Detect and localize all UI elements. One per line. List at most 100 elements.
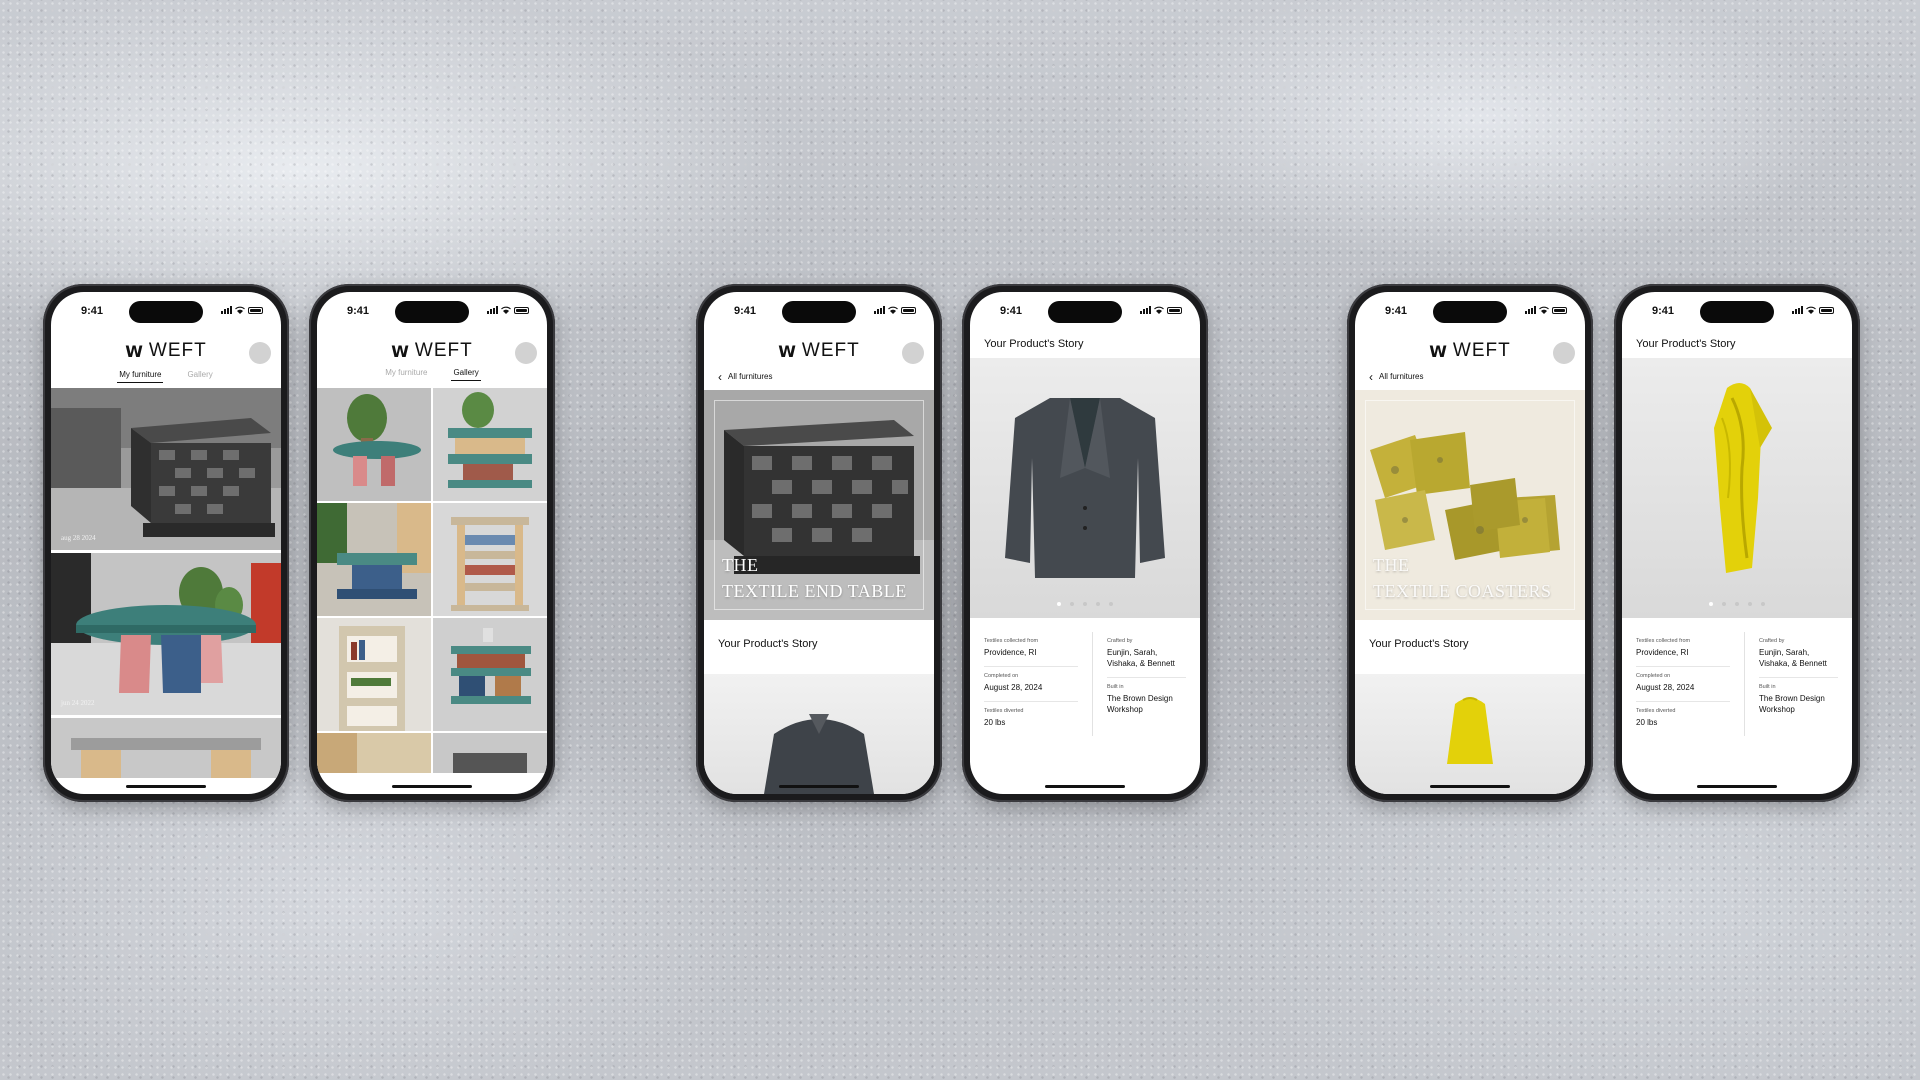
dynamic-island <box>1433 301 1507 323</box>
wifi-icon <box>1806 306 1816 314</box>
textile-carousel[interactable] <box>970 358 1200 618</box>
carousel-dot[interactable] <box>1109 602 1113 606</box>
field-label: Textiles diverted <box>984 708 1024 714</box>
product-title-line2: TEXTILE COASTERS <box>1373 581 1552 601</box>
field-label: Completed on <box>984 673 1019 679</box>
furniture-card-coffee-table[interactable]: jun 24 2022 <box>51 553 281 715</box>
textile-carousel[interactable] <box>1622 358 1852 618</box>
carousel-dots[interactable] <box>970 602 1200 606</box>
product-title-line1: THE <box>1373 555 1410 575</box>
app-header: W WEFT <box>704 336 934 366</box>
brand-name: WEFT <box>148 340 207 361</box>
carousel-dot[interactable] <box>1057 602 1061 606</box>
weft-logo[interactable]: W WEFT <box>125 340 206 362</box>
battery-icon <box>514 306 529 314</box>
avatar[interactable] <box>249 342 271 364</box>
gallery-item[interactable] <box>317 388 431 501</box>
carousel-dot[interactable] <box>1722 602 1726 606</box>
field-label: Crafted by <box>1759 638 1785 644</box>
dress-image <box>1714 383 1772 573</box>
signal-icon <box>874 306 885 314</box>
tab-my-furniture[interactable]: My furniture <box>383 368 429 381</box>
screen: 9:41 Your Product's Story Textiles colle… <box>970 292 1200 794</box>
dynamic-island <box>782 301 856 323</box>
gallery-item[interactable] <box>317 503 431 616</box>
carousel-dot[interactable] <box>1070 602 1074 606</box>
carousel-dot[interactable] <box>1735 602 1739 606</box>
avatar[interactable] <box>515 342 537 364</box>
home-indicator[interactable] <box>1045 785 1125 788</box>
dynamic-island <box>1700 301 1774 323</box>
back-button[interactable]: ‹ All furnitures <box>1369 371 1423 383</box>
gallery-image <box>317 618 431 731</box>
brand-name: WEFT <box>801 340 860 361</box>
weft-mark-icon: W <box>391 341 409 361</box>
field-value: Providence, RI <box>1636 648 1689 657</box>
gallery-item[interactable] <box>317 618 431 731</box>
carousel-dot[interactable] <box>1096 602 1100 606</box>
carousel-dots[interactable] <box>1622 602 1852 606</box>
wifi-icon <box>888 306 898 314</box>
field-textiles-diverted: Textiles diverted 20 lbs <box>984 702 1078 736</box>
gallery-item[interactable] <box>433 388 547 501</box>
tab-gallery[interactable]: Gallery <box>451 368 481 381</box>
weft-mark-icon: W <box>778 341 796 361</box>
weft-logo[interactable]: W WEFT <box>391 340 472 362</box>
tab-bar: My furniture Gallery <box>317 368 547 381</box>
dynamic-island <box>1048 301 1122 323</box>
gallery-item[interactable] <box>317 733 431 773</box>
battery-icon <box>248 306 263 314</box>
story-section-label[interactable]: Your Product's Story <box>1369 638 1469 650</box>
carousel-dot[interactable] <box>1083 602 1087 606</box>
gallery-item[interactable] <box>433 733 547 773</box>
carousel-dot[interactable] <box>1748 602 1752 606</box>
story-details: Textiles collected from Providence, RI C… <box>1636 632 1838 736</box>
field-textiles-diverted: Textiles diverted 20 lbs <box>1636 702 1730 736</box>
back-button[interactable]: ‹ All furnitures <box>718 371 772 383</box>
home-indicator[interactable] <box>779 785 859 788</box>
wifi-icon <box>235 306 245 314</box>
weft-logo[interactable]: W WEFT <box>1429 340 1510 362</box>
field-value: Eunjin, Sarah, Vishaka, & Bennett <box>1759 648 1827 668</box>
home-indicator[interactable] <box>126 785 206 788</box>
dynamic-island <box>129 301 203 323</box>
avatar[interactable] <box>902 342 924 364</box>
avatar[interactable] <box>1553 342 1575 364</box>
battery-icon <box>1167 306 1182 314</box>
story-title: Your Product's Story <box>1636 338 1736 350</box>
home-indicator[interactable] <box>392 785 472 788</box>
gallery-image <box>433 388 547 501</box>
product-title-line1: THE <box>722 555 759 575</box>
story-preview[interactable] <box>704 674 934 794</box>
story-title: Your Product's Story <box>984 338 1084 350</box>
gallery-image <box>317 733 431 773</box>
phone-product-story-dress: 9:41 Your Product's Story Textiles colle… <box>1614 284 1860 802</box>
carousel-dot[interactable] <box>1761 602 1765 606</box>
gallery-image <box>317 503 431 616</box>
status-time: 9:41 <box>1385 305 1408 317</box>
status-time: 9:41 <box>1000 305 1023 317</box>
gallery-item[interactable] <box>433 503 547 616</box>
home-indicator[interactable] <box>1430 785 1510 788</box>
tab-my-furniture[interactable]: My furniture <box>117 370 164 383</box>
field-value: 20 lbs <box>984 718 1006 727</box>
gallery-item[interactable] <box>433 618 547 731</box>
status-time: 9:41 <box>734 305 757 317</box>
battery-icon <box>1552 306 1567 314</box>
field-label: Textiles collected from <box>984 638 1039 644</box>
product-hero: THE TEXTILE END TABLE <box>704 390 934 620</box>
furniture-card-bench[interactable] <box>51 718 281 778</box>
field-value: August 28, 2024 <box>984 683 1043 692</box>
field-completed-on: Completed on August 28, 2024 <box>1636 667 1730 702</box>
status-time: 9:41 <box>81 305 104 317</box>
tab-gallery[interactable]: Gallery <box>185 370 214 383</box>
brand-name: WEFT <box>1452 340 1511 361</box>
weft-logo[interactable]: W WEFT <box>778 340 859 362</box>
phone-my-furniture: 9:41 W WEFT My furniture Gallery aug 28 … <box>43 284 289 802</box>
field-completed-on: Completed on August 28, 2024 <box>984 667 1078 702</box>
carousel-dot[interactable] <box>1709 602 1713 606</box>
furniture-card-end-table[interactable]: aug 28 2024 <box>51 388 281 550</box>
story-section-label[interactable]: Your Product's Story <box>718 638 818 650</box>
story-preview[interactable] <box>1355 674 1585 794</box>
home-indicator[interactable] <box>1697 785 1777 788</box>
